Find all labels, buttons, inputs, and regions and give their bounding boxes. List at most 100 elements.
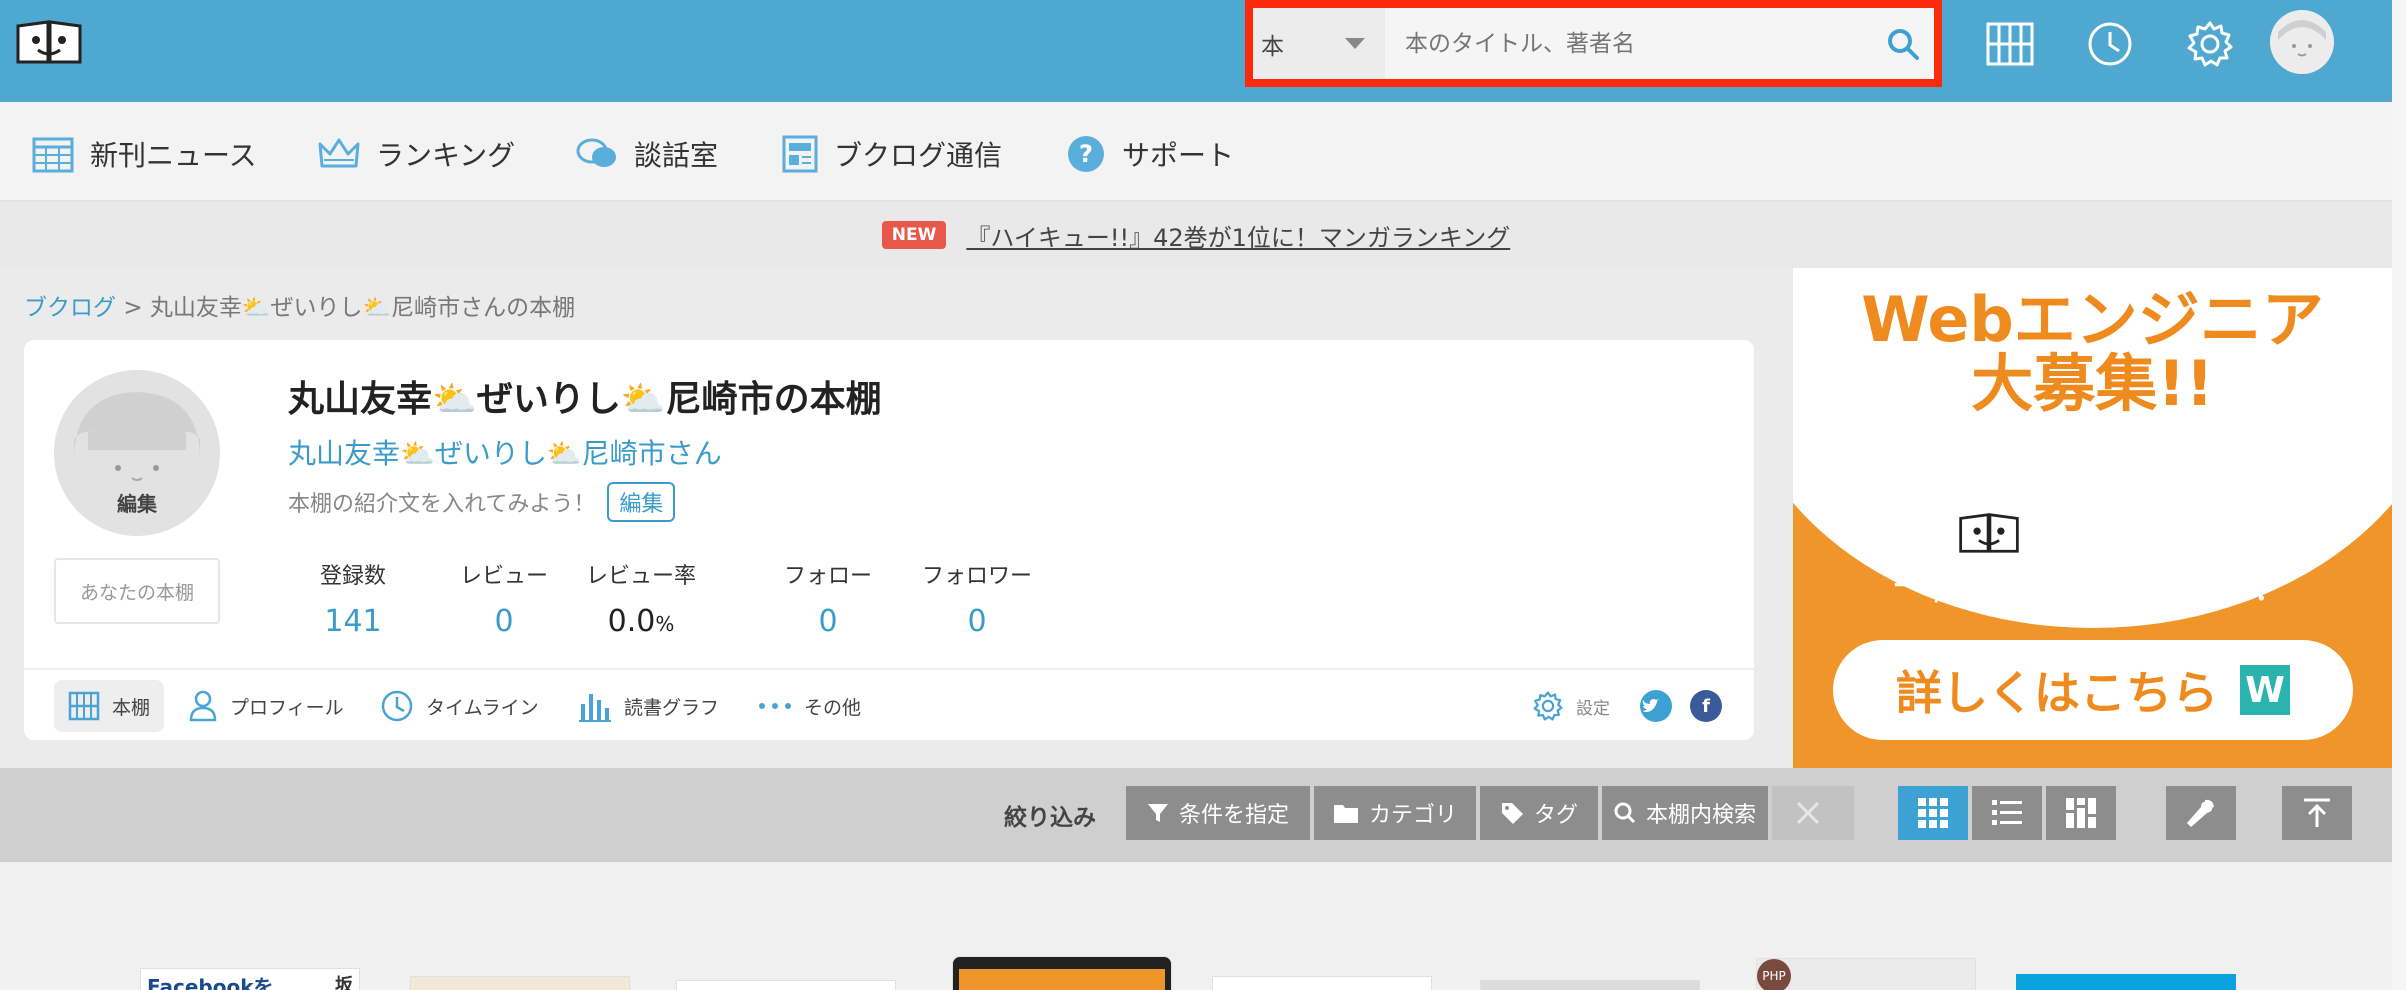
tab-profile[interactable]: プロフィール [188, 680, 344, 732]
gear-icon[interactable] [2182, 16, 2238, 72]
breadcrumb: ブクログ > 丸山友幸⛅ぜいりし⛅尼崎市さんの本棚 [24, 288, 575, 322]
breadcrumb-separator: > [123, 295, 143, 321]
nav-support[interactable]: ? サポート [1066, 132, 1234, 176]
nav-booklog-news[interactable]: ブクログ通信 [782, 132, 1002, 176]
banner-details-button[interactable]: 詳しくはこちら W [1833, 640, 2353, 740]
tab-reading-graph[interactable]: 読書グラフ [578, 680, 719, 732]
tab-label: タイムライン [426, 696, 539, 719]
clock-icon[interactable] [2082, 16, 2138, 72]
stat-value: 141 [324, 604, 382, 639]
tab-label: プロフィール [230, 696, 344, 719]
person-icon [189, 690, 217, 722]
book-cover[interactable] [952, 956, 1172, 990]
grid-view-button[interactable] [1898, 786, 1968, 840]
banner-button-label: 詳しくはこちら [1896, 666, 2218, 720]
filter-category-button[interactable]: カテゴリ [1314, 786, 1476, 840]
search-category-value: 本 [1261, 33, 1284, 60]
stat-follow[interactable]: フォロー 0 [784, 558, 872, 639]
settings-label: 設定 [1576, 698, 1610, 719]
nav-label: 談話室 [634, 139, 719, 172]
calendar-icon [32, 137, 74, 173]
stat-label: 登録数 [320, 564, 387, 589]
tab-bookshelf[interactable]: 本棚 [54, 680, 165, 732]
stat-followers[interactable]: フォロワー 0 [922, 558, 1032, 639]
book-cover[interactable] [410, 976, 630, 990]
profile-avatar[interactable]: 編集 [54, 370, 220, 536]
book-cover-text: Facebookを [147, 975, 274, 990]
crown-icon [318, 138, 360, 168]
book-cover[interactable]: Facebookを 坂 [140, 968, 360, 990]
twitter-share-button[interactable] [1640, 680, 1672, 732]
settings-link[interactable]: 設定 [1532, 680, 1610, 732]
stat-value: 0 [818, 604, 838, 639]
book-cover[interactable] [1212, 976, 1432, 990]
masonry-view-button[interactable] [2046, 786, 2116, 840]
gear-icon [1533, 691, 1563, 721]
tab-more[interactable]: その他 [758, 680, 861, 732]
announcement-link[interactable]: 『ハイキュー!!』42巻が1位に！マンガランキング [966, 218, 1510, 253]
review-rate-number: 0.0 [607, 604, 656, 639]
grid-icon [1918, 798, 1948, 828]
page-scrollbar[interactable] [2392, 0, 2406, 990]
search-icon [1614, 802, 1636, 824]
arrow-up-icon [2304, 798, 2330, 827]
button-label: 本棚内検索 [1645, 803, 1756, 828]
book-cover[interactable]: PHP [1756, 958, 1976, 990]
button-label: タグ [1533, 803, 1578, 828]
filter-tag-button[interactable]: タグ [1480, 786, 1598, 840]
stat-reviews[interactable]: レビュー 0 [460, 558, 548, 639]
filter-clear-button[interactable] [1772, 786, 1854, 840]
stat-value: 0 [967, 604, 987, 639]
facebook-share-button[interactable]: f [1690, 680, 1722, 732]
list-icon [1992, 800, 2022, 825]
search-button[interactable] [1872, 8, 1934, 79]
list-view-button[interactable] [1972, 786, 2042, 840]
edit-intro-button[interactable]: 編集 [607, 482, 676, 522]
stat-registered[interactable]: 登録数 141 [320, 558, 386, 639]
svg-text:?: ? [1079, 140, 1093, 168]
twitter-icon [1640, 690, 1672, 722]
book-cover[interactable] [2016, 974, 2236, 990]
tab-timeline[interactable]: タイムライン [380, 680, 539, 732]
search-input[interactable] [1385, 8, 1872, 79]
card-divider [24, 668, 1754, 670]
recruit-banner[interactable]: Webエンジニア 大募集!! 本好きのエンジニアさん ブクログで 一緒に働きませ… [1793, 268, 2392, 768]
breadcrumb-root-link[interactable]: ブクログ [24, 295, 116, 321]
tag-icon [1501, 803, 1523, 824]
bookshelf-icon [68, 691, 100, 721]
booklog-logo[interactable] [14, 18, 84, 66]
filter-condition-button[interactable]: 条件を指定 [1126, 786, 1310, 840]
bookshelf-icon[interactable] [1982, 16, 2038, 72]
search-icon [1888, 28, 1919, 60]
breadcrumb-current: 丸山友幸⛅ぜいりし⛅尼崎市さんの本棚 [149, 295, 576, 321]
search-category-select[interactable]: 本 [1253, 8, 1385, 79]
owner-name-link[interactable]: 丸山友幸⛅ぜいりし⛅尼崎市さん [288, 432, 722, 472]
nav-label: 新刊ニュース [90, 139, 257, 172]
your-shelf-button[interactable]: あなたの本棚 [54, 558, 220, 624]
intro-text: 本棚の紹介文を入れてみよう！ [288, 492, 596, 517]
nav-lounge[interactable]: 談話室 [576, 132, 718, 176]
book-cover[interactable] [1480, 980, 1700, 990]
booklog-logo-icon [1958, 513, 2019, 553]
stat-label: フォロー [784, 564, 873, 589]
search-box: 本 [1245, 0, 1942, 87]
folder-icon [1333, 805, 1358, 823]
tab-label: 本棚 [112, 696, 151, 719]
user-avatar[interactable] [2270, 10, 2334, 74]
book-cover[interactable] [676, 980, 896, 990]
wrench-button[interactable] [2166, 786, 2236, 840]
bar-chart-icon [579, 694, 611, 722]
filter-search-button[interactable]: 本棚内検索 [1602, 786, 1768, 840]
stat-label: レビュー率 [586, 564, 697, 589]
scroll-top-button[interactable] [2282, 786, 2352, 840]
nav-new-release-news[interactable]: 新刊ニュース [32, 132, 257, 176]
banner-text-line2: ブクログで [1793, 506, 2392, 560]
masonry-icon [2066, 798, 2096, 828]
dropdown-arrow-icon [1345, 38, 1365, 49]
page-title: 丸山友幸⛅ぜいりし⛅尼崎市の本棚 [288, 379, 882, 420]
announcement-bar: NEW 『ハイキュー!!』42巻が1位に！マンガランキング [0, 202, 2392, 268]
banner-text-line3: 一緒に働きませんか？ [1893, 564, 2292, 610]
main-nav: 新刊ニュース ランキング 談話室 ブクログ通信 ? サポート [0, 102, 2392, 202]
avatar-edit-label[interactable]: 編集 [54, 488, 220, 517]
nav-ranking[interactable]: ランキング [318, 132, 515, 176]
